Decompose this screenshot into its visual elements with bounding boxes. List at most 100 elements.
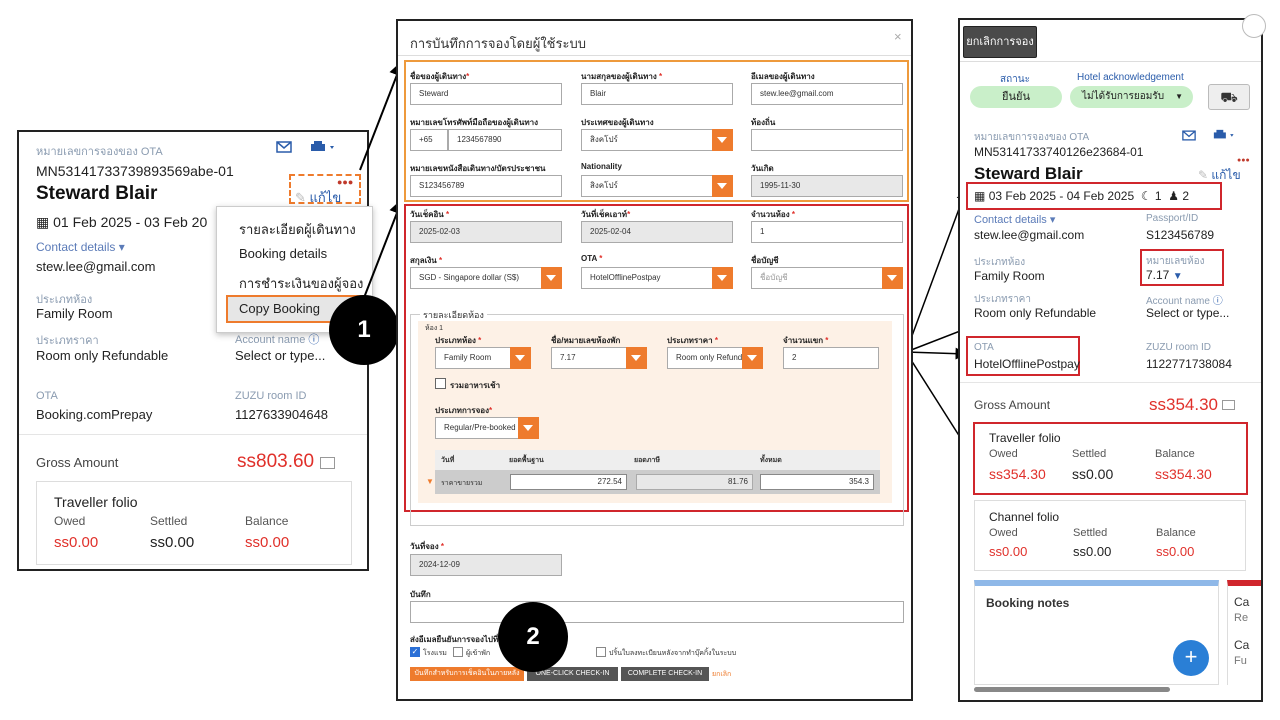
dob-label: วันเกิด [751, 164, 774, 173]
mail-icon[interactable] [1182, 128, 1196, 146]
hotel-checkbox[interactable]: ✓ [410, 647, 420, 657]
ota-ref-label: หมายเลขการจองของ OTA [974, 132, 1090, 143]
account-select[interactable]: ชื่อบัญชี [751, 267, 903, 289]
local-input[interactable] [751, 129, 903, 151]
chevron-down-icon [626, 347, 647, 369]
print-reg-checkbox[interactable] [596, 647, 606, 657]
send-email-label: ส่งอีเมลยืนยันการจองไปที่ [410, 635, 499, 644]
chevron-down-icon [518, 417, 539, 439]
checkin-input[interactable]: 2025-02-03 [410, 221, 562, 243]
passport-value: S123456789 [1146, 228, 1215, 242]
rate-type-select[interactable]: Room only Refunda [667, 347, 763, 369]
currency-label: สกุลเงิน * [410, 256, 443, 265]
booking-date-label: วันที่จอง * [410, 542, 444, 551]
checkout-label: วันที่เช็คเอาท์* [581, 210, 631, 219]
chevron-down-icon [712, 129, 733, 151]
save-later-button[interactable]: บันทึกสำหรับการเช็คอินในภายหลัง [410, 667, 524, 681]
owed-label: Owed [989, 527, 1018, 539]
passport-input[interactable]: S123456789 [410, 175, 562, 197]
date-range: ▦ 03 Feb 2025 - 04 Feb 2025 ☾ 1 ♟ 2 [974, 189, 1190, 203]
balance-value: ss354.30 [1155, 466, 1212, 482]
total-amount-input[interactable]: 354.3 [760, 474, 874, 490]
cancel-booking-button[interactable]: ยกเลิกการจอง [963, 26, 1037, 58]
chevron-down-icon [510, 347, 531, 369]
settled-value: ss0.00 [1072, 466, 1114, 482]
ack-label: Hotel acknowledgement [1077, 72, 1184, 83]
country-select[interactable]: สิงคโปร์ [581, 129, 733, 151]
booking-type-label: ประเภทการจอง* [435, 406, 493, 415]
caret-down-icon: ▼ [1175, 92, 1183, 101]
divider [960, 382, 1261, 383]
checkin-label: วันเช็คอิน * [410, 210, 450, 219]
account-name-input[interactable]: Select or type... [1146, 306, 1229, 320]
receipt-icon[interactable] [1222, 400, 1235, 410]
email-input[interactable]: stew.lee@gmail.com [751, 83, 903, 105]
step-marker-2: 2 [498, 602, 568, 672]
settled-label: Settled [1072, 448, 1107, 460]
add-note-button[interactable]: + [1173, 640, 1209, 676]
guest-checkbox[interactable] [453, 647, 463, 657]
owed-value: ss0.00 [989, 544, 1028, 559]
ota-select[interactable]: HotelOfflinePostpay [581, 267, 733, 289]
email-value: stew.lee@gmail.com [974, 228, 1085, 242]
room-no-select[interactable]: 7.17 ▼ [1146, 268, 1183, 282]
booking-notes-title: Booking notes [986, 596, 1070, 610]
moon-icon: ☾ [1140, 189, 1152, 203]
currency-select[interactable]: SGD - Singapore dollar (S$) [410, 267, 562, 289]
more-icon[interactable]: ●●● [1237, 157, 1250, 164]
booking-date-input[interactable]: 2024-12-09 [410, 554, 562, 576]
note-input[interactable] [410, 601, 904, 623]
checkout-input[interactable]: 2025-02-04 [581, 221, 733, 243]
cancel-link[interactable]: ยกเลิก [712, 669, 731, 680]
room-number-title: ห้อง 1 [425, 325, 444, 332]
chevron-down-icon [742, 347, 763, 369]
guest-checkbox-label: ผู้เข้าพัก [466, 650, 491, 657]
room-type-select[interactable]: Family Room [435, 347, 531, 369]
room-type-label: ประเภทห้อง * [435, 336, 482, 345]
hotel-checkbox-label: โรงแรม [423, 650, 447, 657]
dob-input[interactable]: 1995-11-30 [751, 175, 903, 197]
close-icon[interactable]: × [894, 29, 902, 44]
local-label: ท้องถิ่น [751, 118, 776, 127]
zuzu-label: ZUZU room ID [1146, 342, 1211, 353]
breakfast-label: รวมอาหารเช้า [450, 381, 501, 390]
bellboy-icon[interactable]: ⛟ [1208, 84, 1250, 110]
phone-input[interactable]: 1234567890 [448, 129, 562, 151]
last-name-label: นามสกุลของผู้เดินทาง * [581, 72, 663, 81]
complete-checkin-button[interactable]: COMPLETE CHECK-IN [621, 667, 709, 681]
expand-caret-icon[interactable]: ▼ [426, 477, 434, 486]
room-type-label: ประเภทห้อง [974, 257, 1026, 268]
close-icon[interactable] [1242, 14, 1266, 38]
nationality-select[interactable]: สิงคโปร์ [581, 175, 733, 197]
room-number-select[interactable]: 7.17 [551, 347, 647, 369]
base-amount-input[interactable]: 272.54 [510, 474, 627, 490]
print-reg-label: ปริ้นใบลงทะเบียนหลังจากทำบุ๊คกิ้งในระบบ [609, 650, 737, 657]
phone-label: หมายเลขโทรศัพท์มือถือของผู้เดินทาง [410, 118, 538, 127]
rooms-input[interactable]: 1 [751, 221, 903, 243]
last-name-input[interactable]: Blair [581, 83, 733, 105]
guests-input[interactable]: 2 [783, 347, 879, 369]
row-label: ราคาขายรวม [441, 480, 483, 487]
side-card[interactable]: Ca Re Ca Fu [1227, 580, 1261, 685]
owed-label: Owed [989, 448, 1018, 460]
side-card-text-3: Ca [1234, 638, 1250, 652]
print-icon[interactable] [1212, 128, 1238, 146]
breakfast-checkbox[interactable] [435, 378, 446, 389]
chevron-down-icon [541, 267, 562, 289]
side-card-text-1: Ca [1234, 595, 1250, 609]
first-name-input[interactable]: Steward [410, 83, 562, 105]
ack-select[interactable]: ไม่ได้รับการยอมรับ ▼ [1070, 86, 1193, 108]
booking-type-select[interactable]: Regular/Pre-booked [435, 417, 539, 439]
room-no-label: หมายเลขห้อง [1146, 256, 1205, 267]
calendar-icon: ▦ [974, 189, 986, 203]
status-pill[interactable]: ยืนยัน [970, 86, 1062, 108]
traveller-folio-title[interactable]: Traveller folio [989, 431, 1061, 445]
gross-amount-value: ss354.30 [1149, 395, 1218, 414]
caret-down-icon: ▾ [1049, 214, 1056, 226]
phone-code-input[interactable]: +65 [410, 129, 448, 151]
contact-details-toggle[interactable]: Contact details ▾ [974, 213, 1055, 226]
room-number-label: ชื่อ/หมายเลขห้องพัก [551, 336, 621, 345]
tax-amount: 81.76 [636, 474, 753, 490]
horizontal-scrollbar[interactable] [974, 687, 1170, 692]
channel-folio-card[interactable]: Channel folio Owed Settled Balance ss0.0… [974, 500, 1246, 571]
